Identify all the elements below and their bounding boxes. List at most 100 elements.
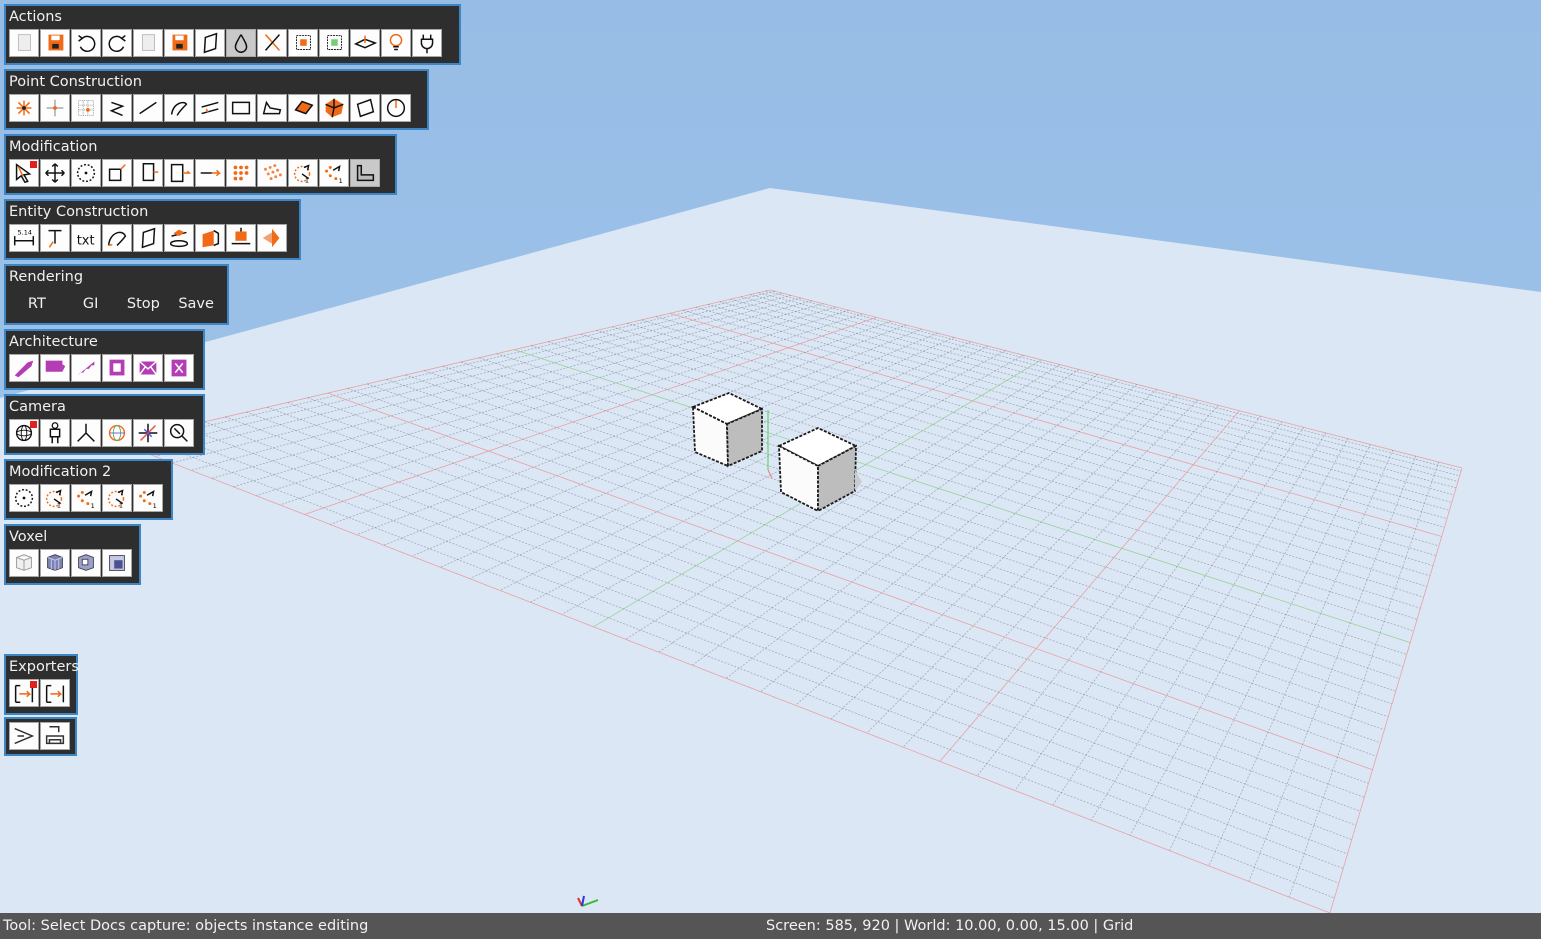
face-tool-button[interactable] xyxy=(195,29,225,57)
blank-page-tool-button[interactable] xyxy=(133,29,163,57)
toolbar-title: Exporters xyxy=(9,659,79,675)
window-tool-button[interactable] xyxy=(102,354,132,382)
save-as-tool-button[interactable] xyxy=(164,29,194,57)
point-axis-icon xyxy=(46,99,64,117)
mirror-copy-tool-button[interactable]: 1 xyxy=(133,484,163,512)
parallel-lines-tool-button[interactable] xyxy=(195,94,225,122)
voxel-grid-tool-button[interactable] xyxy=(9,549,39,577)
redo-tool-button[interactable] xyxy=(102,29,132,57)
offset-tool-button[interactable] xyxy=(195,159,225,187)
push-pull-icon xyxy=(170,163,192,183)
cube-object[interactable] xyxy=(690,392,765,468)
filled-quad-tool-button[interactable] xyxy=(288,94,318,122)
funnel-tool-button[interactable] xyxy=(9,722,39,750)
walk-person-tool-button[interactable] xyxy=(40,419,70,447)
blank-page-icon xyxy=(141,34,155,51)
extrude-tool-button[interactable] xyxy=(133,159,163,187)
rotate-copy-icon: 1 xyxy=(107,489,125,509)
quad-outline-tool-button[interactable] xyxy=(350,94,380,122)
light-bulb-tool-button[interactable] xyxy=(381,29,411,57)
select-box-green-tool-button[interactable] xyxy=(319,29,349,57)
orbit-tool-button[interactable] xyxy=(9,419,39,447)
walk-person-icon xyxy=(49,422,61,444)
delete-cross-tool-button[interactable] xyxy=(257,29,287,57)
text-txt-tool-button[interactable]: txt xyxy=(71,224,101,252)
point-star-tool-button[interactable] xyxy=(9,94,39,122)
profile-icon xyxy=(356,164,375,182)
face-plane-tool-button[interactable] xyxy=(133,224,163,252)
axis-cross-icon xyxy=(138,423,158,443)
polygon-tool-button[interactable] xyxy=(257,94,287,122)
undo-tool-button[interactable] xyxy=(71,29,101,57)
export-tool-button[interactable] xyxy=(9,679,39,707)
circle-clock-tool-button[interactable] xyxy=(381,94,411,122)
envelope-tool-button[interactable] xyxy=(133,354,163,382)
rotate-icon xyxy=(14,488,34,508)
mirror-copy-icon: 1 xyxy=(139,490,157,510)
voxel-cube-tool-button[interactable] xyxy=(40,549,70,577)
voxel-cut-tool-button[interactable] xyxy=(71,549,101,577)
gi-button[interactable]: GI xyxy=(64,290,118,318)
toolbar-title: Modification xyxy=(9,139,98,155)
axis-cross-tool-button[interactable] xyxy=(133,419,163,447)
svg-text:1: 1 xyxy=(119,501,123,509)
axes-tool-button[interactable] xyxy=(71,419,101,447)
toolbar-architecture: Architecture xyxy=(4,329,205,390)
curve-tool-button[interactable] xyxy=(102,224,132,252)
intersect-tool-button[interactable] xyxy=(257,224,287,252)
dimension-icon: 5.14 xyxy=(13,228,35,246)
array-dots-tool-button[interactable] xyxy=(226,159,256,187)
plane-tool-button[interactable] xyxy=(350,29,380,57)
wall-tool-button[interactable] xyxy=(9,354,39,382)
toolbar-title: Voxel xyxy=(9,529,48,545)
rotate-copy-tool-button[interactable]: 1 xyxy=(102,484,132,512)
printer-tool-button[interactable] xyxy=(40,722,70,750)
scale-tool-button[interactable] xyxy=(102,159,132,187)
stop-button[interactable]: Stop xyxy=(117,290,169,318)
select-arrow-tool-button[interactable] xyxy=(9,159,39,187)
rectangle-tool-button[interactable] xyxy=(226,94,256,122)
stair-tool-button[interactable] xyxy=(71,354,101,382)
printer-icon xyxy=(45,725,65,745)
move-tool-button[interactable] xyxy=(40,159,70,187)
voxel-fill-tool-button[interactable] xyxy=(102,549,132,577)
text-tool-tool-button[interactable] xyxy=(40,224,70,252)
array-grid-icon xyxy=(264,164,282,181)
save-render-button[interactable]: Save xyxy=(169,290,223,318)
door-tool-button[interactable] xyxy=(164,354,194,382)
globe-tool-button[interactable] xyxy=(102,419,132,447)
toolbar-title: Rendering xyxy=(9,269,84,285)
voxel-grid-icon xyxy=(16,554,32,571)
rotate-tool-button[interactable] xyxy=(9,484,39,512)
rotate-copy-tool-button[interactable]: 1 xyxy=(40,484,70,512)
rotate-copy-tool-button[interactable]: 1 xyxy=(288,159,318,187)
svg-text:1: 1 xyxy=(57,501,61,509)
plug-tool-button[interactable] xyxy=(412,29,442,57)
line-tool-button[interactable] xyxy=(133,94,163,122)
mesh-tool-button[interactable] xyxy=(319,94,349,122)
point-axis-tool-button[interactable] xyxy=(40,94,70,122)
save-tool-button[interactable] xyxy=(40,29,70,57)
push-pull-tool-button[interactable] xyxy=(164,159,194,187)
select-box-tool-button[interactable] xyxy=(288,29,318,57)
new-file-icon xyxy=(17,34,31,51)
stamp-tool-button[interactable] xyxy=(226,224,256,252)
dimension-tool-button[interactable]: 5.14 xyxy=(9,224,39,252)
array-grid-tool-button[interactable] xyxy=(257,159,287,187)
point-grid-tool-button[interactable] xyxy=(71,94,101,122)
paint-tool-button[interactable] xyxy=(195,224,225,252)
mirror-copy-tool-button[interactable]: 1 xyxy=(71,484,101,512)
scale-icon xyxy=(108,164,126,182)
profile-tool-button[interactable] xyxy=(350,159,380,187)
rotate-tool-button[interactable] xyxy=(71,159,101,187)
zigzag-tool-button[interactable] xyxy=(102,94,132,122)
rt-button[interactable]: RT xyxy=(10,290,64,318)
slab-tool-button[interactable] xyxy=(40,354,70,382)
new-file-tool-button[interactable] xyxy=(9,29,39,57)
mirror-copy-tool-button[interactable]: 1 xyxy=(319,159,349,187)
export-alt-tool-button[interactable] xyxy=(40,679,70,707)
drop-tool-button[interactable] xyxy=(226,29,256,57)
section-tool-button[interactable] xyxy=(164,224,194,252)
arc-tool-button[interactable] xyxy=(164,94,194,122)
zoom-tool-button[interactable] xyxy=(164,419,194,447)
